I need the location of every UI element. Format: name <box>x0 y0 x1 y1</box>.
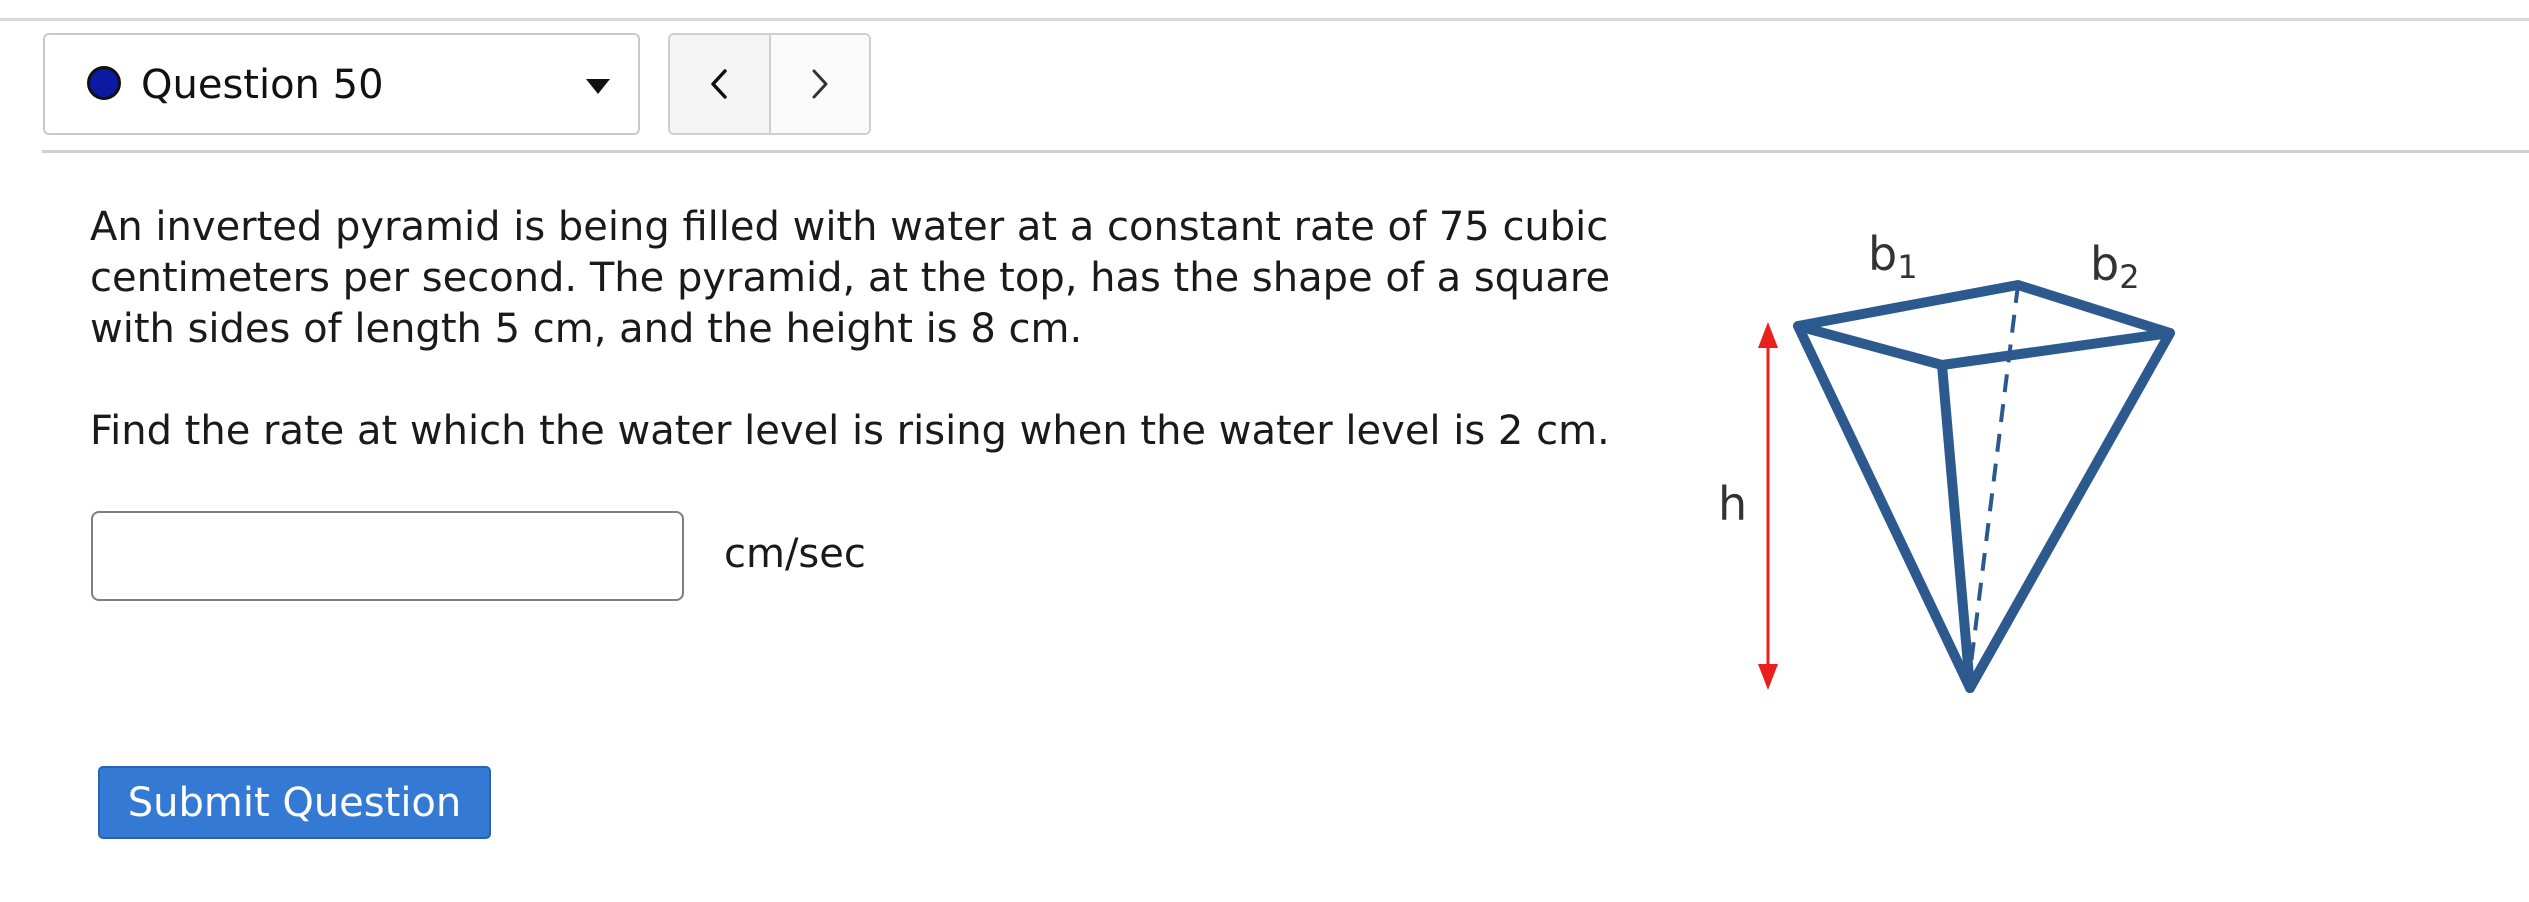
pyramid-top-rim <box>1793 280 2175 370</box>
chevron-right-icon <box>812 69 828 99</box>
next-question-button[interactable] <box>770 35 869 133</box>
chevron-left-icon <box>711 69 727 99</box>
base-label-b1-letter: b <box>1868 227 1897 281</box>
height-arrow-bottom-head <box>1758 664 1778 690</box>
base-label-b2: b2 <box>2090 237 2140 296</box>
caret-down-icon <box>586 79 610 94</box>
answer-unit-label: cm/sec <box>724 531 866 577</box>
pyramid-hidden-edge <box>1966 284 2020 689</box>
base-label-b1: b1 <box>1868 227 1918 286</box>
question-body: An inverted pyramid is being filled with… <box>90 202 1690 457</box>
answer-input[interactable] <box>91 511 684 601</box>
question-navigation <box>668 33 871 135</box>
question-paragraph: An inverted pyramid is being filled with… <box>90 204 1611 352</box>
base-label-b2-subscript: 2 <box>2119 258 2139 296</box>
header-divider <box>42 150 2529 153</box>
top-divider <box>0 18 2529 21</box>
question-selector-label: Question 50 <box>141 62 384 108</box>
height-label-text: h <box>1718 477 1747 531</box>
height-arrow-top-head <box>1758 322 1778 348</box>
pyramid-edge-right <box>1965 328 2175 693</box>
previous-question-button[interactable] <box>670 35 771 133</box>
base-label-b1-subscript: 1 <box>1897 248 1917 286</box>
question-status-dot <box>87 66 121 100</box>
base-label-b2-letter: b <box>2090 237 2119 291</box>
inverted-pyramid-figure: h b1 b2 <box>1718 227 2175 693</box>
question-prompt: Find the rate at which the water level i… <box>90 408 1610 454</box>
height-label: h <box>1718 477 1747 531</box>
submit-question-button[interactable]: Submit Question <box>98 766 491 839</box>
question-selector-dropdown[interactable]: Question 50 <box>43 33 640 135</box>
